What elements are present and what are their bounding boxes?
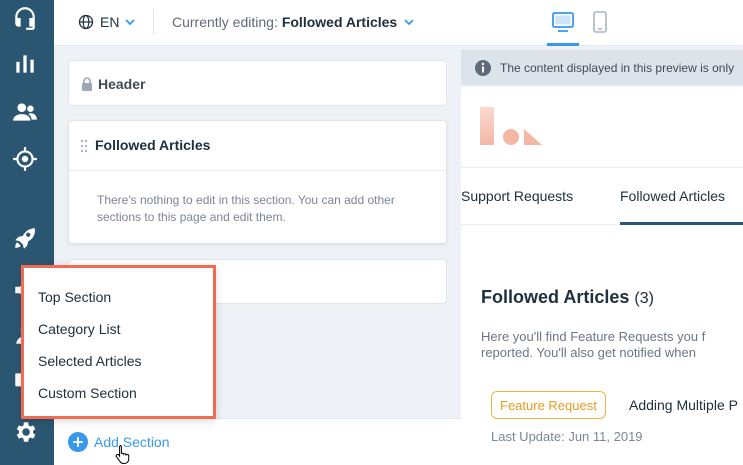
lock-icon [82,77,92,91]
headset-icon[interactable] [11,4,39,32]
add-section-menu: Top Section Category List Selected Artic… [21,265,216,419]
rocket-icon[interactable] [11,224,39,252]
globe-icon [78,14,94,30]
menu-item-custom-section[interactable]: Custom Section [38,385,137,401]
article-updated-date: Last Update: Jun 11, 2019 [491,429,643,444]
users-icon[interactable] [11,98,39,126]
followed-articles-section-card[interactable]: Followed Articles There's nothing to edi… [68,120,447,244]
section-title: Followed Articles [95,137,211,153]
active-tab-indicator [620,222,743,225]
menu-item-category-list[interactable]: Category List [38,321,120,337]
desktop-view-icon[interactable] [551,10,575,34]
drag-handle-icon[interactable] [80,139,88,153]
gear-icon[interactable] [11,418,39,446]
section-title: Header [98,76,146,92]
preview-info-text: The content displayed in this preview is… [500,60,735,75]
preview-heading-text: Followed Articles [481,287,630,307]
active-view-indicator [547,43,579,46]
page-preview: Support Requests Followed Articles Follo… [461,87,743,465]
brand-logo [480,107,542,145]
chevron-down-icon [125,19,136,26]
menu-item-selected-articles[interactable]: Selected Articles [38,353,142,369]
preview-description-line: reported. You'll also get notified when [481,345,696,360]
preview-description: Here you'll find Feature Requests you f … [481,329,705,361]
article-type-badge: Feature Request [491,391,606,419]
target-icon[interactable] [11,145,39,173]
preview-info-banner: The content displayed in this preview is… [461,50,743,85]
editing-prefix: Currently editing: [172,14,278,30]
preview-heading: Followed Articles (3) [481,287,654,308]
menu-item-top-section[interactable]: Top Section [38,289,111,305]
chevron-down-icon [404,19,414,26]
divider [153,9,154,35]
tab-followed-articles[interactable]: Followed Articles [620,188,725,204]
section-note: There's nothing to edit in this section.… [97,193,395,224]
page-selector[interactable]: Currently editing: Followed Articles [172,11,415,33]
header-section-card[interactable]: Header [68,60,447,106]
preview-description-line: Here you'll find Feature Requests you f [481,329,706,344]
language-label: EN [100,14,120,30]
plus-icon [68,432,88,452]
editing-page-name: Followed Articles [281,14,398,30]
bar-chart-icon[interactable] [11,50,39,78]
info-icon [475,59,491,76]
preview-heading-count: (3) [634,290,654,307]
mobile-view-icon[interactable] [591,10,609,34]
tab-support-requests[interactable]: Support Requests [461,188,573,204]
article-title-link[interactable]: Adding Multiple P [629,397,738,413]
hand-cursor-icon [115,445,130,464]
top-bar: EN Currently editing: Followed Articles [54,0,743,46]
divider [69,170,446,171]
preview-tabs: Support Requests Followed Articles [461,167,743,225]
language-selector[interactable]: EN [78,11,136,33]
